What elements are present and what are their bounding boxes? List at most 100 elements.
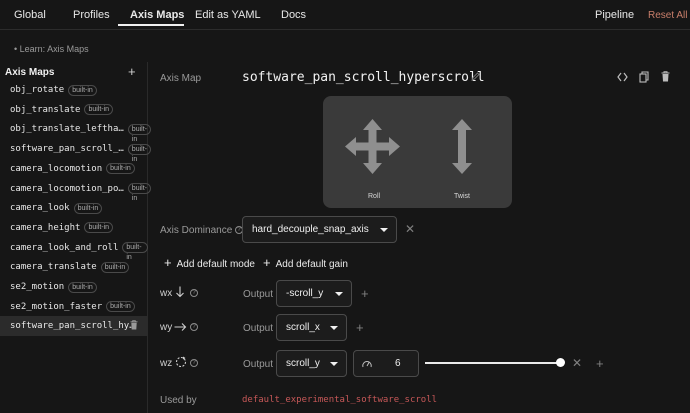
axis-map-title: software_pan_scroll_hyperscroll xyxy=(242,70,485,85)
sidebar-item[interactable]: software_pan_scroll_… built-in xyxy=(0,139,151,163)
sidebar-item-label: se2_motion_faster xyxy=(10,301,103,312)
clear-gain-icon[interactable]: ✕ xyxy=(572,357,582,370)
chevron-down-icon xyxy=(380,228,388,232)
top-nav: Global Profiles Axis Maps Edit as YAML D… xyxy=(0,0,690,30)
axis-maps-sidebar: Axis Maps + obj_rotate built-in obj_transl… xyxy=(0,62,151,413)
axis-dominance-select[interactable]: hard_decouple_snap_axis xyxy=(242,216,397,243)
sidebar-item-label: obj_rotate xyxy=(10,85,65,95)
add-default-gain-button[interactable]: + Add default gain xyxy=(263,255,348,270)
built-in-badge: built-in xyxy=(68,281,97,293)
add-default-mode-label: Add default mode xyxy=(176,259,255,270)
sidebar-item-label: software_pan_scroll_hy… xyxy=(10,321,135,332)
sidebar-item-label: camera_look xyxy=(10,203,70,214)
output-value-wy: scroll_x xyxy=(286,322,320,333)
clear-dominance-icon[interactable]: ✕ xyxy=(405,223,415,236)
built-in-badge: built-in xyxy=(127,183,151,202)
built-in-badge: built-in xyxy=(127,143,151,163)
add-default-gain-label: Add default gain xyxy=(275,259,348,270)
axis-dominance-label: Axis Dominance ? xyxy=(160,225,244,236)
built-in-badge: built-in xyxy=(84,222,114,234)
reset-all-button[interactable]: Reset All xyxy=(648,10,687,21)
edit-pencil-icon[interactable] xyxy=(471,72,480,81)
sidebar-item-label: camera_height xyxy=(10,222,81,233)
output-select-wx[interactable]: -scroll_y xyxy=(276,280,352,307)
used-by-value[interactable]: default_experimental_software_scroll xyxy=(242,395,437,405)
add-default-mode-button[interactable]: + Add default mode xyxy=(164,255,255,270)
gain-slider-knob[interactable] xyxy=(556,358,565,367)
sidebar-item[interactable]: se2_motion_faster built-in xyxy=(0,297,148,317)
sidebar-item-label: camera_translate xyxy=(10,262,97,273)
roll-move-icon xyxy=(345,119,400,174)
rotate-icon xyxy=(175,356,187,368)
sidebar-item-label: camera_locomotion_po… xyxy=(10,183,124,194)
axis-dominance-value: hard_decouple_snap_axis xyxy=(252,224,369,235)
built-in-badge: built-in xyxy=(84,104,114,116)
sidebar-item[interactable]: camera_look built-in xyxy=(0,198,148,218)
sidebar-item[interactable]: camera_height built-in xyxy=(0,218,148,238)
built-in-badge: built-in xyxy=(122,242,148,261)
built-in-badge: built-in xyxy=(68,84,97,96)
sidebar-item[interactable]: obj_translate built-in xyxy=(0,100,148,120)
built-in-badge: built-in xyxy=(100,261,130,273)
sidebar-item-label: camera_look_and_roll xyxy=(10,242,119,253)
sidebar-item[interactable]: camera_locomotion_po… built-in xyxy=(0,179,151,202)
help-icon[interactable]: ? xyxy=(190,289,198,297)
tab-axis-maps[interactable]: Axis Maps xyxy=(130,9,184,21)
gain-slider-track[interactable] xyxy=(425,362,560,364)
chevron-down-icon xyxy=(335,292,343,296)
add-gain-icon[interactable]: + xyxy=(361,287,369,300)
output-label: Output xyxy=(243,359,274,370)
plus-icon: + xyxy=(164,255,172,270)
add-icon[interactable]: + xyxy=(596,357,604,370)
axis-name-wy: wy xyxy=(160,322,173,333)
plus-icon: + xyxy=(263,255,271,270)
gain-input[interactable]: 6 xyxy=(353,350,419,377)
chevron-down-icon xyxy=(330,326,338,330)
trash-icon[interactable] xyxy=(130,320,138,330)
sidebar-item-label: obj_translate_leftha… xyxy=(10,124,124,135)
sidebar-item[interactable]: camera_locomotion built-in xyxy=(0,159,148,179)
gauge-icon xyxy=(362,361,372,368)
axis-name-wx: wx xyxy=(160,288,173,299)
tab-profiles[interactable]: Profiles xyxy=(73,9,110,21)
built-in-badge: built-in xyxy=(106,301,135,313)
delete-icon[interactable] xyxy=(661,71,670,82)
twist-caption: Twist xyxy=(454,193,470,200)
sidebar-item[interactable]: camera_look_and_roll built-in xyxy=(0,238,148,261)
axis-map-label: Axis Map xyxy=(160,73,202,84)
roll-caption: Roll xyxy=(368,193,381,200)
help-icon[interactable]: ? xyxy=(190,359,198,367)
sidebar-item[interactable]: software_pan_scroll_hy… xyxy=(0,316,148,337)
sidebar-item-label: se2_motion xyxy=(10,282,65,292)
used-by-label: Used by xyxy=(160,395,197,406)
arrow-down-icon xyxy=(176,286,184,298)
learn-axis-maps-link[interactable]: • Learn: Axis Maps xyxy=(14,44,89,54)
tab-docs[interactable]: Docs xyxy=(281,9,306,21)
output-label: Output xyxy=(243,323,274,334)
output-label: Output xyxy=(243,289,274,300)
help-icon[interactable]: ? xyxy=(190,323,198,331)
sidebar-title: Axis Maps xyxy=(5,67,55,78)
sidebar-item[interactable]: camera_translate built-in xyxy=(0,257,148,277)
add-axis-map-button[interactable]: + xyxy=(128,64,136,79)
tab-global[interactable]: Global xyxy=(14,9,46,21)
sidebar-item[interactable]: obj_translate_leftha… built-in xyxy=(0,119,151,143)
output-value-wx: -scroll_y xyxy=(286,288,324,299)
axis-name-wz: wz xyxy=(160,358,173,369)
built-in-badge: built-in xyxy=(73,202,103,214)
sidebar-item[interactable]: obj_rotate built-in xyxy=(0,80,148,100)
output-select-wz[interactable]: scroll_y xyxy=(276,350,347,377)
chevron-down-icon xyxy=(330,362,338,366)
sidebar-item-label: camera_locomotion xyxy=(10,163,103,174)
add-gain-icon[interactable]: + xyxy=(356,321,364,334)
code-icon[interactable] xyxy=(617,72,628,82)
arrow-right-icon xyxy=(174,323,187,331)
pipeline-link[interactable]: Pipeline xyxy=(595,9,634,21)
tab-edit-yaml[interactable]: Edit as YAML xyxy=(195,9,261,21)
sidebar-item-label: software_pan_scroll_… xyxy=(10,144,124,155)
sidebar-item[interactable]: se2_motion built-in xyxy=(0,277,148,297)
copy-icon[interactable] xyxy=(639,71,649,83)
output-select-wy[interactable]: scroll_x xyxy=(276,314,347,341)
active-tab-indicator xyxy=(118,24,184,26)
axis-preview-panel: Roll Twist xyxy=(323,96,512,208)
